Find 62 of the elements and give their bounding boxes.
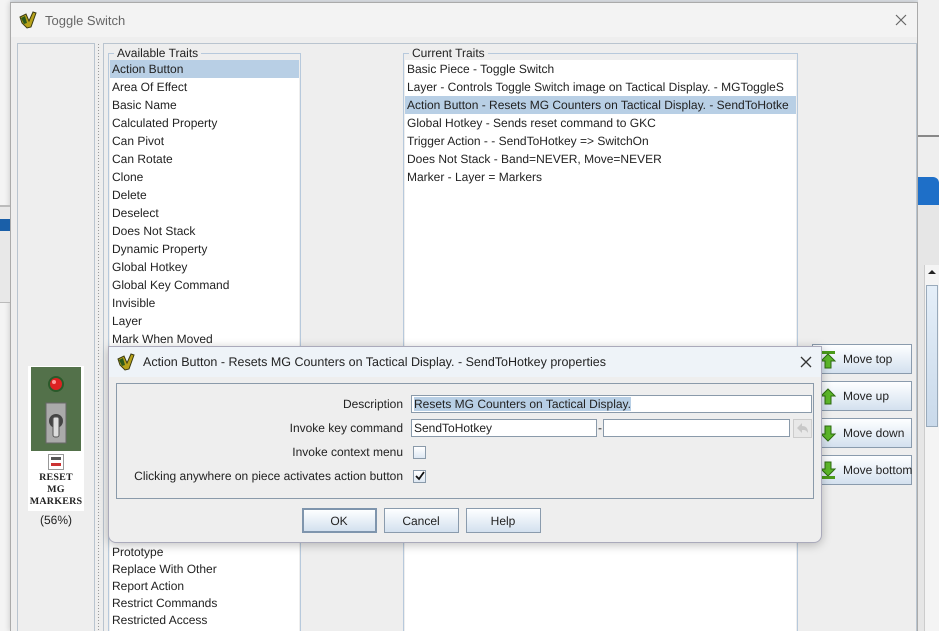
list-item[interactable]: Restricted Access [110, 612, 299, 629]
app-logo-icon [19, 11, 37, 29]
list-item[interactable]: Trigger Action - - SendToHotkey => SwitchOn [405, 132, 796, 150]
group-title: Available Traits [114, 46, 202, 60]
list-item[interactable]: Deselect [110, 204, 299, 222]
list-item[interactable]: Dynamic Property [110, 240, 299, 258]
move-top-icon [819, 350, 837, 368]
field-label: Invoke key command [288, 421, 403, 435]
close-icon[interactable] [799, 355, 813, 369]
scrollbar-thumb[interactable] [926, 285, 938, 427]
list-item[interactable]: Report Action [110, 578, 299, 595]
checkbox[interactable] [413, 446, 426, 458]
list-item[interactable]: Global Key Command [110, 276, 299, 294]
window-title: Toggle Switch [45, 12, 126, 28]
arrow-up-icon [819, 386, 837, 406]
list-item[interactable]: Calculated Property [110, 114, 299, 132]
dialog-button[interactable]: OK [302, 508, 376, 533]
list-item[interactable]: Can Pivot [110, 132, 299, 150]
list-item[interactable]: Layer - Controls Toggle Switch image on Tactical Display. - MGToggleS [405, 78, 796, 96]
list-item[interactable]: Action Button [110, 60, 299, 78]
list-item[interactable]: Clone [110, 168, 299, 186]
list-item[interactable]: Layer [110, 312, 299, 330]
list-item[interactable]: Basic Piece - Toggle Switch [405, 60, 796, 78]
app-logo-icon [117, 353, 135, 371]
list-item[interactable]: Delete [110, 186, 299, 204]
field-label: Description [342, 397, 403, 411]
list-item[interactable]: Replace With Other [110, 561, 299, 578]
description-field[interactable]: Resets MG Counters on Tactical Display. [411, 395, 812, 413]
dialog-button[interactable]: Cancel [384, 508, 458, 533]
move-bottom-icon [819, 460, 837, 480]
scrollbar[interactable] [924, 265, 939, 631]
separator-text: - [598, 421, 602, 435]
list-item[interactable]: Restrict Commands [110, 595, 299, 612]
list-item[interactable]: Can Rotate [110, 150, 299, 168]
group-title: Current Traits [409, 46, 488, 60]
counter-icon [48, 454, 64, 470]
field-label: Clicking anywhere on piece activates action button [133, 469, 403, 483]
dialog-title: Action Button - Resets MG Counters on Tactical Display. - SendToHotkey properties [143, 355, 607, 369]
list-item[interactable]: Marker - Layer = Markers [405, 168, 796, 186]
piece-label: RESET MG MARKERS [30, 472, 82, 508]
dialog-button[interactable]: Help [466, 508, 540, 533]
check-icon [414, 471, 424, 481]
close-icon[interactable] [893, 12, 909, 28]
list-item[interactable]: Does Not Stack [110, 222, 299, 240]
list-item[interactable]: Action Button - Resets MG Counters on Tactical Display. - SendToHotke [405, 96, 796, 114]
field-label: Invoke context menu [291, 445, 403, 459]
checkbox[interactable] [413, 470, 426, 482]
list-item[interactable]: Area Of Effect [110, 78, 299, 96]
key-name-field[interactable] [603, 419, 790, 437]
list-item[interactable]: Global Hotkey - Sends reset command to GKC [405, 114, 796, 132]
zoom-percentage: (56%) [40, 513, 72, 527]
field-value: Resets MG Counters on Tactical Display. [414, 397, 631, 411]
key-command-field[interactable]: SendToHotkey [411, 419, 597, 437]
list-item[interactable]: Does Not Stack - Band=NEVER, Move=NEVER [405, 150, 796, 168]
undo-icon[interactable] [793, 418, 812, 438]
list-item[interactable]: Global Hotkey [110, 258, 299, 276]
arrow-down-icon [819, 424, 837, 442]
list-item[interactable]: Mark When Moved [110, 330, 299, 348]
list-item[interactable]: Basic Name [110, 96, 299, 114]
list-item[interactable]: Invisible [110, 294, 299, 312]
list-item[interactable]: Prototype [110, 544, 299, 561]
move-button[interactable]: Move top [812, 344, 912, 374]
